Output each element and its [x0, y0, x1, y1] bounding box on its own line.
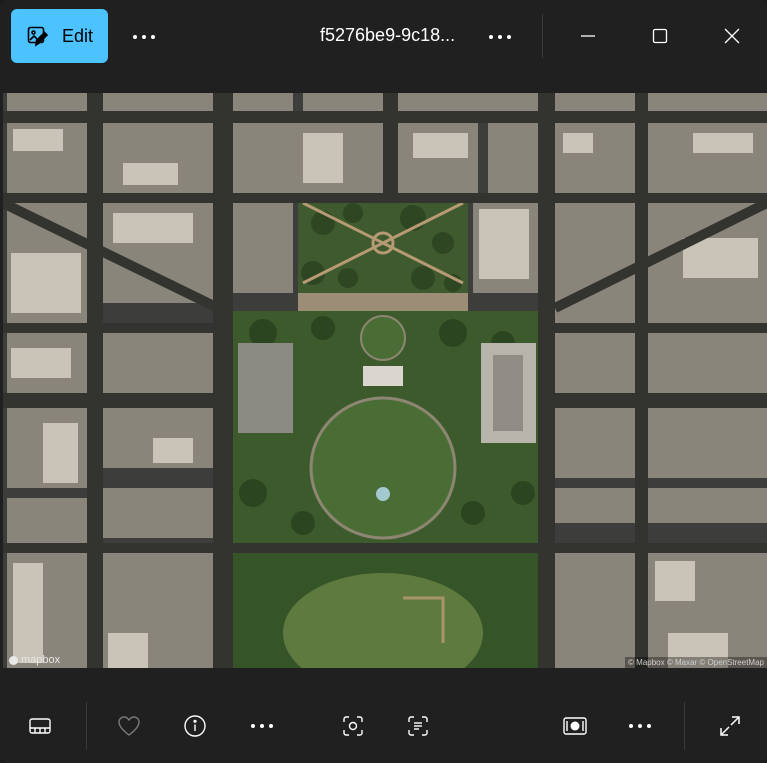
edit-image-icon — [26, 24, 50, 48]
image-viewer: mapbox © Mapbox © Maxar © OpenStreetMap — [0, 70, 767, 690]
favorite-button[interactable] — [107, 704, 151, 748]
minimize-icon — [581, 35, 595, 37]
photos-window: Edit f5276be9-9c18... mapbox © Mapbox © … — [0, 0, 767, 763]
title-bar: Edit f5276be9-9c18... — [0, 0, 767, 70]
more-icon — [489, 35, 511, 39]
divider — [684, 702, 685, 750]
visual-search-button[interactable] — [331, 704, 375, 748]
more-icon — [133, 35, 155, 39]
satellite-map-image[interactable]: mapbox © Mapbox © Maxar © OpenStreetMap — [3, 93, 767, 668]
filmstrip-button[interactable] — [18, 704, 62, 748]
edit-button[interactable]: Edit — [11, 9, 108, 63]
edit-button-label: Edit — [62, 25, 94, 46]
fullscreen-button[interactable] — [708, 704, 752, 748]
close-button[interactable] — [710, 14, 754, 58]
scan-text-button[interactable] — [396, 704, 440, 748]
more-tools-button[interactable] — [618, 704, 662, 748]
file-more-button[interactable] — [480, 17, 520, 57]
text-scan-icon — [408, 716, 428, 736]
maximize-icon — [652, 28, 668, 44]
more-icon — [629, 724, 651, 728]
bottom-toolbar — [0, 690, 767, 763]
maximize-button[interactable] — [638, 14, 682, 58]
filmstrip-icon — [29, 718, 51, 734]
more-icon — [251, 724, 273, 728]
heart-icon — [118, 716, 140, 736]
divider — [86, 702, 87, 750]
map-copyright: © Mapbox © Maxar © OpenStreetMap — [625, 657, 767, 668]
fullscreen-icon — [720, 716, 740, 736]
info-icon — [184, 715, 206, 737]
minimize-button[interactable] — [566, 14, 610, 58]
slideshow-button[interactable] — [553, 704, 597, 748]
slideshow-icon — [563, 717, 587, 735]
info-button[interactable] — [173, 704, 217, 748]
map-graphic — [3, 93, 767, 668]
divider — [542, 14, 543, 58]
file-name: f5276be9-9c18... — [320, 25, 456, 45]
mapbox-attribution: mapbox — [9, 654, 60, 666]
close-icon — [724, 28, 740, 44]
visual-search-icon — [343, 716, 363, 736]
more-options-button[interactable] — [124, 17, 164, 57]
mapbox-logo-icon — [9, 655, 18, 665]
more-actions-button[interactable] — [240, 704, 284, 748]
